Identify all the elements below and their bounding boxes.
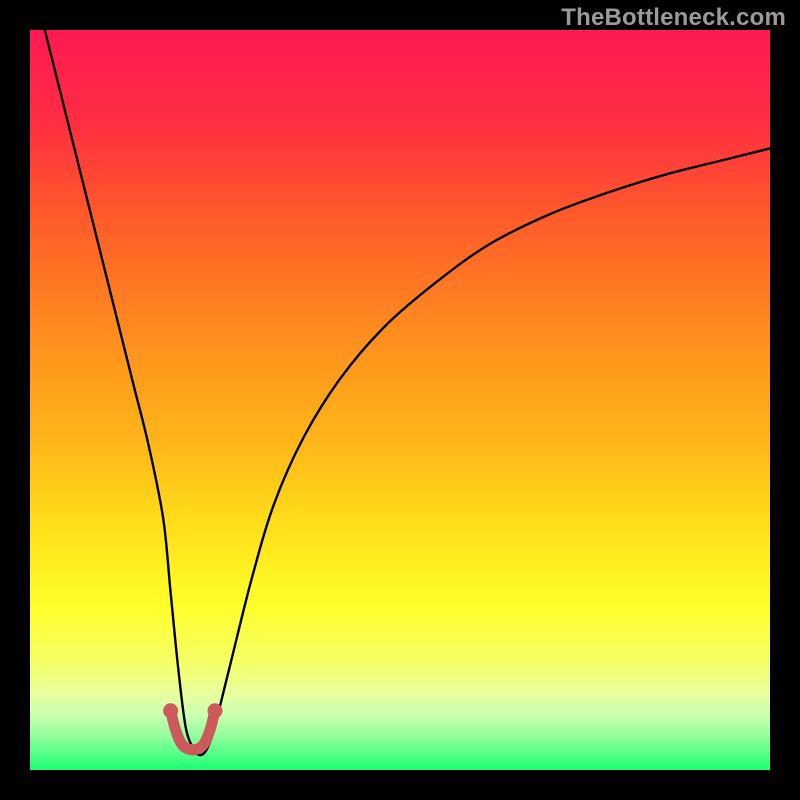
watermark-label: TheBottleneck.com [561,4,786,32]
highlight-zone [171,711,215,750]
highlight-endpoint-right [208,703,223,718]
chart-frame: TheBottleneck.com [0,0,800,800]
bottleneck-curve [45,30,770,755]
plot-area [30,30,770,770]
highlight-endpoint-left [163,703,178,718]
curve-layer [30,30,770,770]
